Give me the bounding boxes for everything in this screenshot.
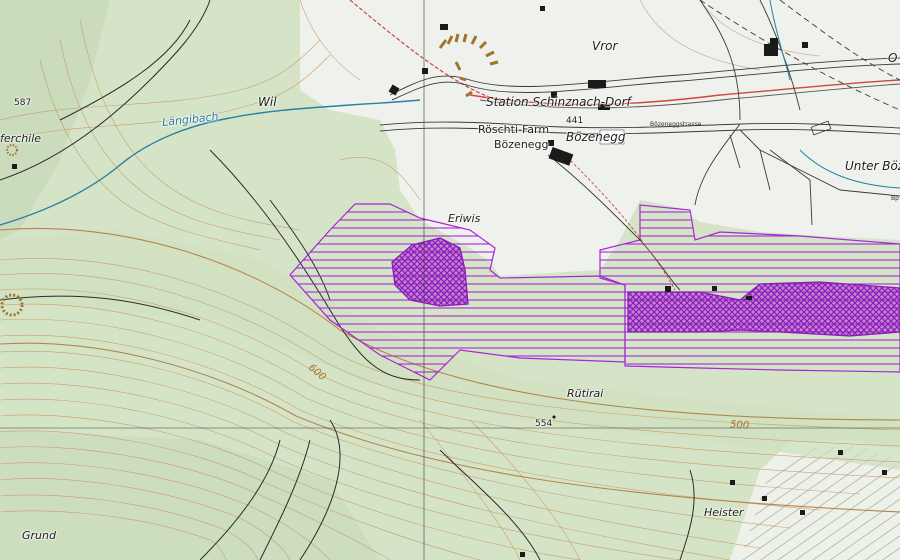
map-canvas	[0, 0, 900, 560]
label-o: O	[888, 51, 898, 65]
topographic-map[interactable]: Vror O Wil Längibach 587 ferchile Statio…	[0, 0, 900, 560]
survey-point-541	[552, 415, 556, 419]
spot-height-587: 587	[14, 98, 32, 108]
label-bp: Bp	[891, 195, 899, 202]
label-boezenegg-farm: Bözenegg	[494, 138, 549, 151]
label-boezenegg: Bözenegg	[566, 130, 626, 144]
label-grund: Grund	[22, 529, 56, 542]
label-vror: Vror	[592, 39, 618, 53]
label-unter-boez: Unter Böz	[845, 159, 900, 173]
label-ferchile: ferchile	[0, 132, 42, 145]
label-boezeneggstrasse: Bözeneggstrasse	[650, 121, 702, 128]
label-wil: Wil	[258, 95, 277, 109]
spot-height-441: 441	[566, 116, 584, 126]
label-ruetirai: Rütirai	[567, 387, 604, 400]
label-eriwis: Eriwis	[448, 212, 481, 225]
contour-label-500: 500	[729, 419, 750, 432]
label-roeschti-farm: Röschti-Farm	[478, 123, 550, 136]
spot-height-554: 554	[535, 419, 553, 429]
label-station: Station Schinznach-Dorf	[486, 95, 631, 109]
label-heister: Heister	[704, 506, 744, 519]
